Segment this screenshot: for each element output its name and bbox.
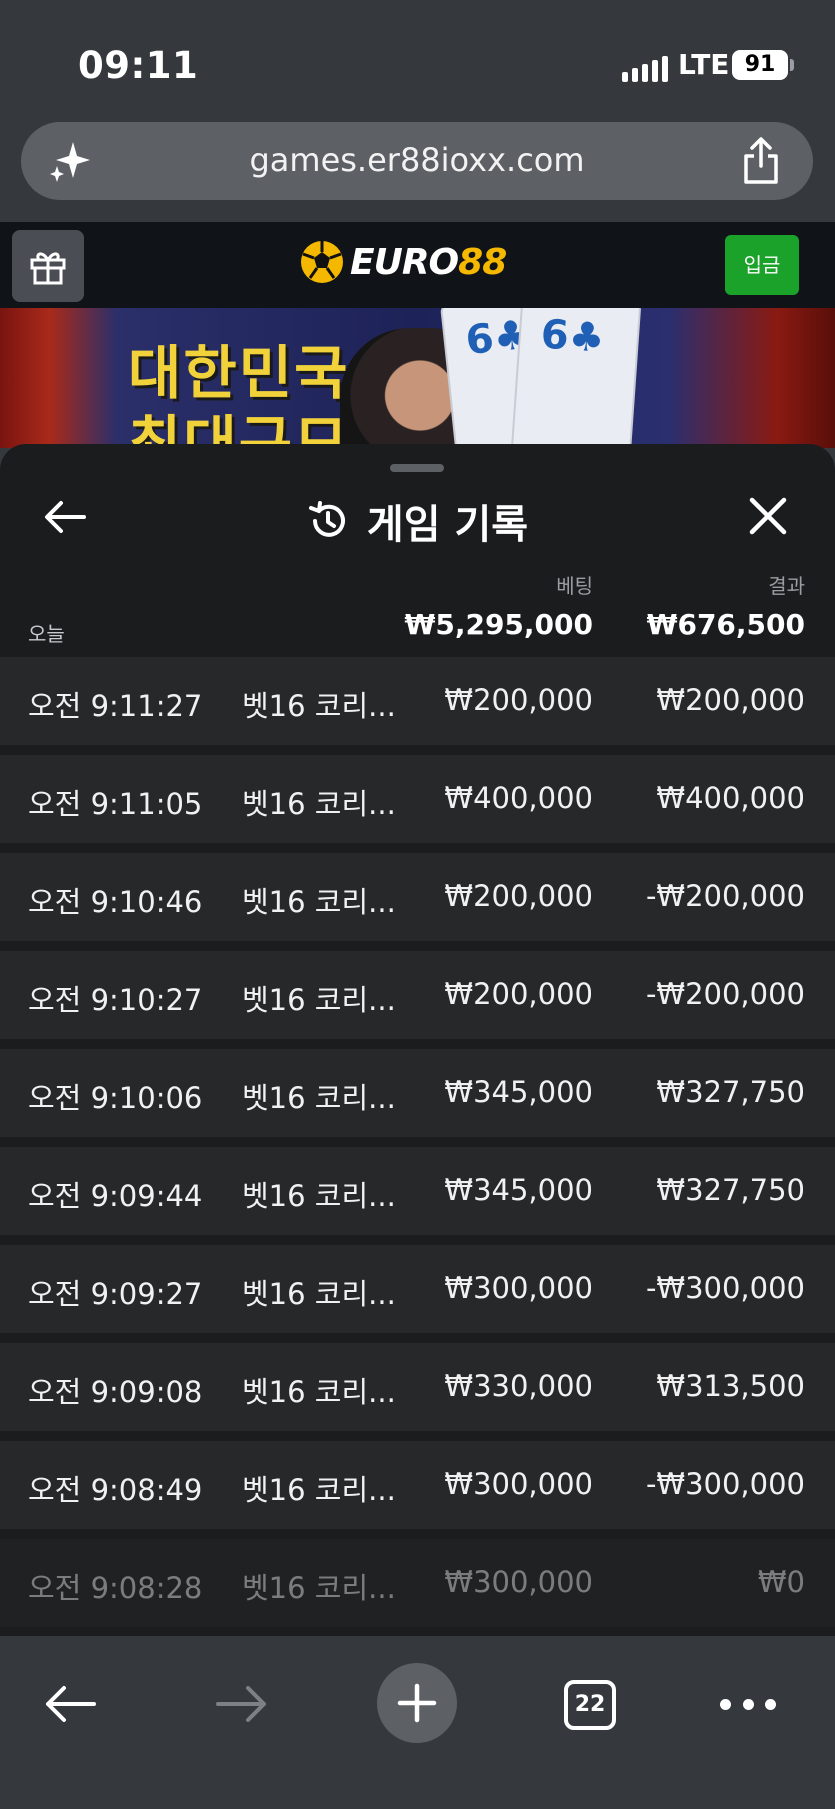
banner-headline: 대한민국 최대규모 [128,339,350,448]
network-type: LTE [678,48,730,81]
gift-button[interactable] [12,230,84,302]
total-result: ₩676,500 [646,608,805,641]
record-bet: ₩345,000 [444,1173,593,1207]
record-result: ₩200,000 [656,683,805,717]
tabs-button[interactable]: 22 [564,1680,616,1730]
bet-column-header: 베팅 [556,574,593,598]
record-time: 오전 9:09:08 [28,1375,203,1409]
result-column-header: 결과 [768,574,805,598]
battery-icon: 91 [732,50,788,80]
playing-card: 6♣ [510,308,642,448]
record-bet: ₩330,000 [444,1369,593,1403]
browser-toolbar: 22 [0,1636,835,1809]
today-label: 오늘 [28,622,65,646]
record-bet: ₩200,000 [444,977,593,1011]
record-game: 벳16 코리... [242,1571,396,1605]
record-time: 오전 9:09:44 [28,1179,203,1213]
address-bar[interactable]: games.er88ioxx.com [21,122,813,200]
record-result: ₩400,000 [656,781,805,815]
record-time: 오전 9:09:27 [28,1277,203,1311]
plus-icon [397,1683,437,1723]
gift-icon [30,252,66,285]
record-game: 벳16 코리... [242,1473,396,1507]
sheet-title: 게임 기록 [0,492,835,550]
record-game: 벳16 코리... [242,787,396,821]
record-row[interactable]: 오전 9:08:49 벳16 코리... ₩300,000 -₩300,000 [0,1441,835,1529]
site-logo[interactable]: EURO88 [298,236,507,288]
record-game: 벳16 코리... [242,885,396,919]
total-bet: ₩5,295,000 [404,608,593,641]
record-result: ₩313,500 [656,1369,805,1403]
record-bet: ₩300,000 [444,1271,593,1305]
record-time: 오전 9:10:27 [28,983,203,1017]
record-row[interactable]: 오전 9:10:46 벳16 코리... ₩200,000 -₩200,000 [0,853,835,941]
record-time: 오전 9:11:05 [28,787,203,821]
status-bar: 09:11 LTE 91 [0,0,835,110]
record-result: -₩200,000 [645,977,805,1011]
record-row[interactable]: 오전 9:09:27 벳16 코리... ₩300,000 -₩300,000 [0,1245,835,1333]
record-bet: ₩200,000 [444,879,593,913]
signal-icon [622,56,668,82]
record-result: ₩327,750 [656,1075,805,1109]
record-bet: ₩300,000 [444,1467,593,1501]
record-time: 오전 9:11:27 [28,689,203,723]
record-result: -₩200,000 [645,879,805,913]
record-row[interactable]: 오전 9:10:06 벳16 코리... ₩345,000 ₩327,750 [0,1049,835,1137]
record-bet: ₩300,000 [444,1565,593,1599]
record-game: 벳16 코리... [242,1179,396,1213]
record-row[interactable]: 오전 9:11:27 벳16 코리... ₩200,000 ₩200,000 [0,657,835,745]
record-result: ₩327,750 [656,1173,805,1207]
browser-back-icon[interactable] [44,1684,96,1724]
record-time: 오전 9:08:28 [28,1571,203,1605]
record-result: -₩300,000 [645,1467,805,1501]
record-row[interactable]: 오전 9:11:05 벳16 코리... ₩400,000 ₩400,000 [0,755,835,843]
record-bet: ₩345,000 [444,1075,593,1109]
game-history-sheet: 게임 기록 베팅 결과 오늘 ₩5,295,000 ₩676,500 오전 9:… [0,444,835,1636]
sheet-grabber[interactable] [390,464,444,472]
record-game: 벳16 코리... [242,1375,396,1409]
battery-tip [790,59,794,71]
share-icon[interactable] [739,136,783,186]
record-bet: ₩200,000 [444,683,593,717]
history-icon [308,501,345,537]
logo-text: EURO88 [350,241,507,283]
more-icon[interactable] [720,1694,776,1714]
records-list: 오전 9:11:27 벳16 코리... ₩200,000 ₩200,000 오… [0,657,835,1636]
record-row[interactable]: 오전 9:10:27 벳16 코리... ₩200,000 -₩200,000 [0,951,835,1039]
record-result: -₩300,000 [645,1271,805,1305]
soccer-ball-icon [301,241,343,283]
record-time: 오전 9:08:49 [28,1473,203,1507]
url-text[interactable]: games.er88ioxx.com [21,141,813,179]
record-row[interactable]: 오전 9:09:08 벳16 코리... ₩330,000 ₩313,500 [0,1343,835,1431]
record-result: ₩0 [757,1565,805,1599]
record-game: 벳16 코리... [242,983,396,1017]
status-time: 09:11 [78,44,199,87]
record-game: 벳16 코리... [242,689,396,723]
sheet-title-text: 게임 기록 [366,502,529,548]
record-time: 오전 9:10:46 [28,885,203,919]
record-game: 벳16 코리... [242,1277,396,1311]
promo-banner[interactable]: 대한민국 최대규모 6♣ 6♣ [0,308,835,448]
record-row[interactable]: 오전 9:08:28 벳16 코리... ₩300,000 ₩0 [0,1539,835,1627]
record-time: 오전 9:10:06 [28,1081,203,1115]
record-game: 벳16 코리... [242,1081,396,1115]
close-icon[interactable] [748,496,788,536]
deposit-button[interactable]: 입금 [725,235,799,295]
new-tab-button[interactable] [377,1663,457,1743]
site-header: EURO88 입금 [0,222,835,308]
browser-forward-icon[interactable] [216,1684,268,1724]
record-bet: ₩400,000 [444,781,593,815]
record-row[interactable]: 오전 9:09:44 벳16 코리... ₩345,000 ₩327,750 [0,1147,835,1235]
